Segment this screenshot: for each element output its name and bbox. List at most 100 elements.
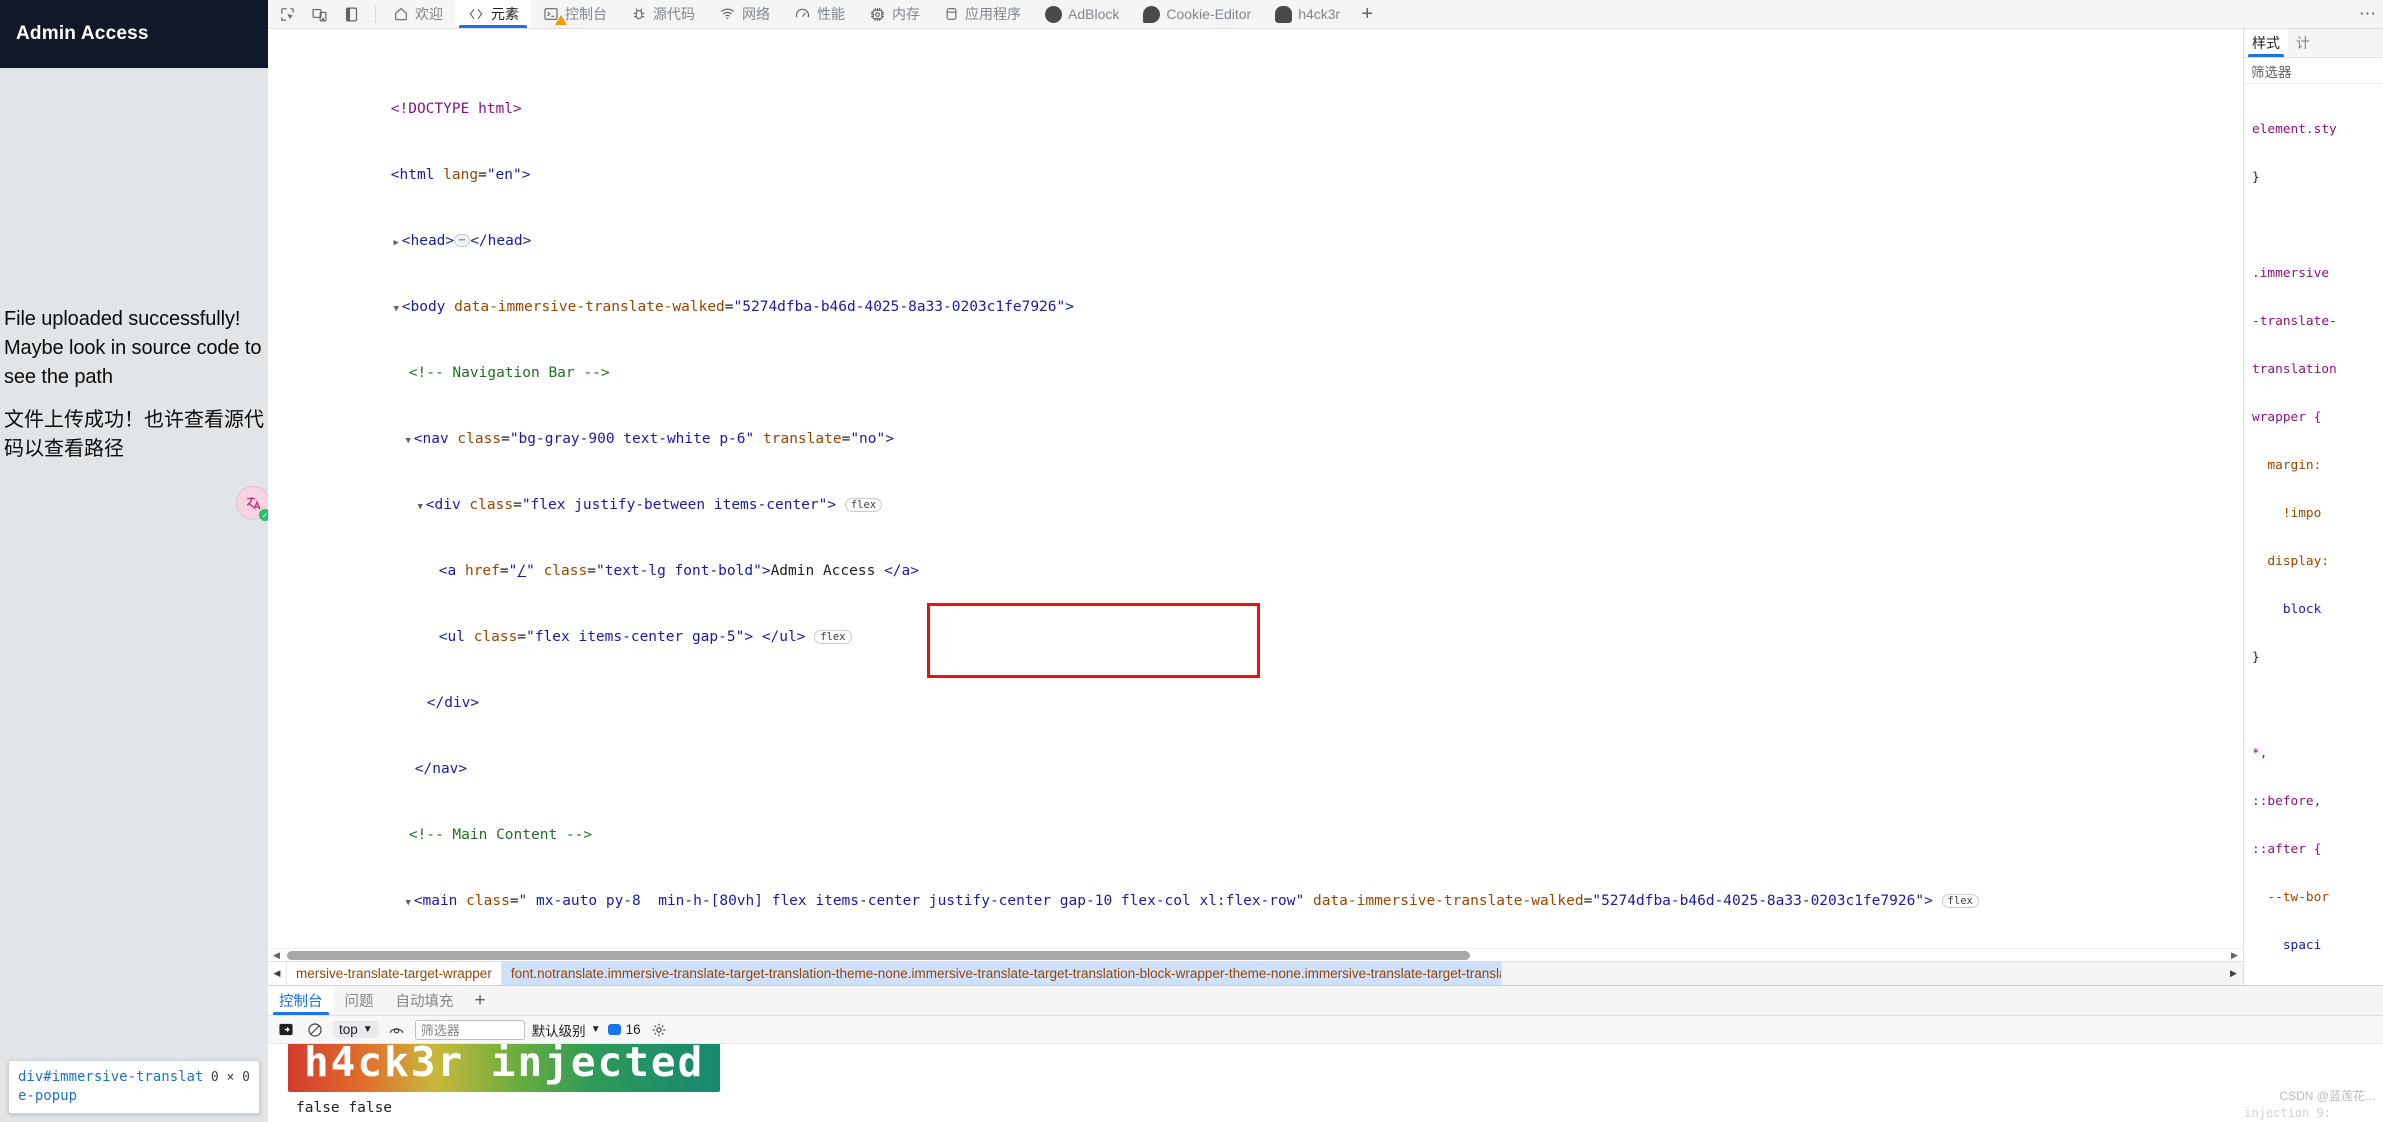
breadcrumb-item-1-label: font.notranslate.immersive-translate-tar… xyxy=(510,966,1501,981)
styles-rule-line[interactable]: display: xyxy=(2252,554,2383,570)
breadcrumb-item-1[interactable]: font.notranslate.immersive-translate-tar… xyxy=(501,962,1502,985)
drawer-tab-console[interactable]: 控制台 xyxy=(268,986,334,1015)
console-context-value: top xyxy=(339,1022,358,1037)
console-output[interactable]: h4ck3r injected false false CSDN @蓝莲花...… xyxy=(268,1044,2383,1122)
scrollbar-thumb[interactable] xyxy=(287,951,1470,960)
breadcrumb-scroll-left-icon[interactable]: ◀ xyxy=(268,962,287,985)
styles-rule-line[interactable]: element.sty xyxy=(2252,122,2383,138)
drawer-tab-issues[interactable]: 问题 xyxy=(334,986,385,1015)
dom-tree[interactable]: <!DOCTYPE html> <html lang="en"> ▶ <head>… xyxy=(268,29,2243,948)
styles-pane-tabs: 样式 计 xyxy=(2244,29,2383,58)
console-banner: h4ck3r injected xyxy=(288,1044,721,1092)
tab-memory[interactable]: 内存 xyxy=(857,0,932,28)
dock-side-icon[interactable] xyxy=(336,1,366,28)
watermark-text: CSDN @蓝莲花... xyxy=(2279,1089,2375,1103)
dom-line-nav[interactable]: ▼ <nav class="bg-gray-900 text-white p-6"… xyxy=(268,415,2243,447)
devtools-screenshot: Admin Access File uploaded successfully!… xyxy=(0,0,2383,1122)
drawer-tab-console-label: 控制台 xyxy=(279,994,323,1010)
collapse-arrow-main-icon[interactable]: ▼ xyxy=(403,895,414,912)
flex-badge-ul[interactable]: flex xyxy=(814,630,852,644)
collapse-arrow-nav-icon[interactable]: ▼ xyxy=(403,433,414,450)
dom-line-head[interactable]: ▶ <head> ⋯ </head> xyxy=(268,217,2243,249)
a-href-value[interactable]: / xyxy=(517,563,526,579)
tab-computed[interactable]: 计 xyxy=(2288,29,2318,57)
dom-line-comment-nav[interactable]: <!-- Navigation Bar --> xyxy=(268,349,2243,381)
breadcrumb-item-0[interactable]: mersive-translate-target-wrapper xyxy=(287,962,502,985)
main-walked-value: 5274dfba-b46d-4025-8a33-0203c1fe7926 xyxy=(1601,893,1916,909)
breadcrumb-scroll-right-icon[interactable]: ▶ xyxy=(2224,962,2243,985)
dom-line-html[interactable]: <html lang="en"> xyxy=(268,151,2243,183)
dom-line-doctype[interactable]: <!DOCTYPE html> xyxy=(268,85,2243,117)
message-bubble-icon xyxy=(607,1024,621,1035)
tab-welcome[interactable]: 欢迎 xyxy=(381,0,455,28)
styles-rules-list[interactable]: element.sty } .immersive -translate- tra… xyxy=(2244,84,2383,985)
tab-styles[interactable]: 样式 xyxy=(2244,29,2288,57)
styles-rule-line[interactable]: .immersive xyxy=(2252,266,2383,282)
dom-line-ul[interactable]: <ul class="flex items-center gap-5"> </u… xyxy=(268,613,2243,645)
dom-doctype-text: <!DOCTYPE html> xyxy=(390,101,522,117)
styles-filter-input[interactable]: 筛选器 xyxy=(2244,58,2383,84)
live-expression-icon[interactable] xyxy=(386,1019,408,1040)
dom-comment-nav: <!-- Navigation Bar --> xyxy=(408,365,610,381)
styles-rule-line[interactable]: *, xyxy=(2252,746,2383,762)
flex-badge-main[interactable]: flex xyxy=(1941,894,1979,908)
styles-rule-line[interactable]: } xyxy=(2252,650,2383,666)
styles-rule-line[interactable]: -translate- xyxy=(2252,314,2383,330)
dom-line-comment-main[interactable]: <!-- Main Content --> xyxy=(268,811,2243,843)
console-sidebar-icon[interactable] xyxy=(275,1019,297,1040)
styles-rule-line[interactable]: wrapper { xyxy=(2252,410,2383,426)
styles-rule-line[interactable]: ::after { xyxy=(2252,842,2383,858)
styles-rule-line[interactable]: spaci xyxy=(2252,938,2383,954)
scroll-left-icon[interactable]: ◀ xyxy=(270,949,283,962)
flex-badge[interactable]: flex xyxy=(844,498,883,512)
console-filter-input[interactable]: 筛选器 xyxy=(414,1019,525,1040)
collapse-arrow-div-icon[interactable]: ▼ xyxy=(415,499,426,516)
tab-h4ck3r[interactable]: h4ck3r xyxy=(1263,0,1352,28)
styles-rule-line[interactable]: translation xyxy=(2252,362,2383,378)
dom-line-nav-close[interactable]: </nav> xyxy=(268,745,2243,777)
collapsed-children-icon[interactable]: ⋯ xyxy=(454,234,471,247)
breadcrumb: ◀ mersive-translate-target-wrapper font.… xyxy=(268,961,2243,985)
console-context-select[interactable]: top ▼ xyxy=(333,1021,379,1038)
chevron-down-icon: ▼ xyxy=(362,1024,373,1035)
dom-line-body[interactable]: ▼ <body data-immersive-translate-walked="… xyxy=(268,283,2243,315)
dom-line-main[interactable]: ▼ <main class=" mx-auto py-8 min-h-[80vh]… xyxy=(268,877,2243,909)
dom-line-anchor[interactable]: <a href="/" class="text-lg font-bold">Ad… xyxy=(268,547,2243,579)
expand-arrow-head-icon[interactable]: ▶ xyxy=(391,235,402,252)
dom-line-nav-div[interactable]: ▼ <div class="flex justify-between items-… xyxy=(268,481,2243,513)
plus-icon[interactable]: + xyxy=(1352,0,1382,28)
styles-rule-line[interactable]: block xyxy=(2252,602,2383,618)
console-message-count[interactable]: 16 xyxy=(607,1022,641,1037)
cookie-extension-icon xyxy=(1143,5,1161,23)
styles-rule-line[interactable]: --tw-bor xyxy=(2252,890,2383,906)
plus-icon[interactable]: + xyxy=(465,986,496,1015)
database-icon xyxy=(944,6,959,22)
scroll-right-icon[interactable]: ▶ xyxy=(2228,949,2241,962)
tab-elements[interactable]: 元素 xyxy=(455,0,531,28)
clear-console-icon[interactable] xyxy=(304,1019,326,1040)
translate-icon[interactable]: ✓ xyxy=(236,486,268,521)
inspect-element-icon[interactable] xyxy=(272,1,302,28)
gear-icon[interactable] xyxy=(648,1019,670,1040)
device-toolbar-icon[interactable] xyxy=(304,1,334,28)
drawer-tab-autofill[interactable]: 自动填充 xyxy=(385,986,465,1015)
styles-rule-line[interactable]: margin: xyxy=(2252,458,2383,474)
tab-sources[interactable]: 源代码 xyxy=(619,0,707,28)
tab-application[interactable]: 应用程序 xyxy=(932,0,1033,28)
styles-rule-line[interactable]: !impo xyxy=(2252,506,2383,522)
page-brand-link[interactable]: Admin Access xyxy=(16,23,149,45)
console-level-select[interactable]: 默认级别 ▼ xyxy=(532,1020,601,1040)
tab-console[interactable]: 控制台 xyxy=(531,0,619,28)
collapse-arrow-body-icon[interactable]: ▼ xyxy=(391,301,402,318)
tab-performance[interactable]: 性能 xyxy=(782,0,857,28)
dom-horizontal-scrollbar[interactable]: ◀ ▶ xyxy=(268,948,2243,961)
styles-rule-line[interactable]: ::before, xyxy=(2252,794,2383,810)
translate-status-badge: ✓ xyxy=(259,509,268,521)
styles-rule-line[interactable]: } xyxy=(2252,170,2383,186)
dom-line-div-close[interactable]: </div> xyxy=(268,679,2243,711)
inspected-page-pane: Admin Access File uploaded successfully!… xyxy=(0,0,268,1122)
tab-cookie-editor[interactable]: Cookie-Editor xyxy=(1131,0,1263,28)
more-options-icon[interactable]: ⋯ xyxy=(2353,0,2383,28)
tab-network[interactable]: 网络 xyxy=(707,0,782,28)
tab-adblock[interactable]: AdBlock xyxy=(1033,0,1131,28)
